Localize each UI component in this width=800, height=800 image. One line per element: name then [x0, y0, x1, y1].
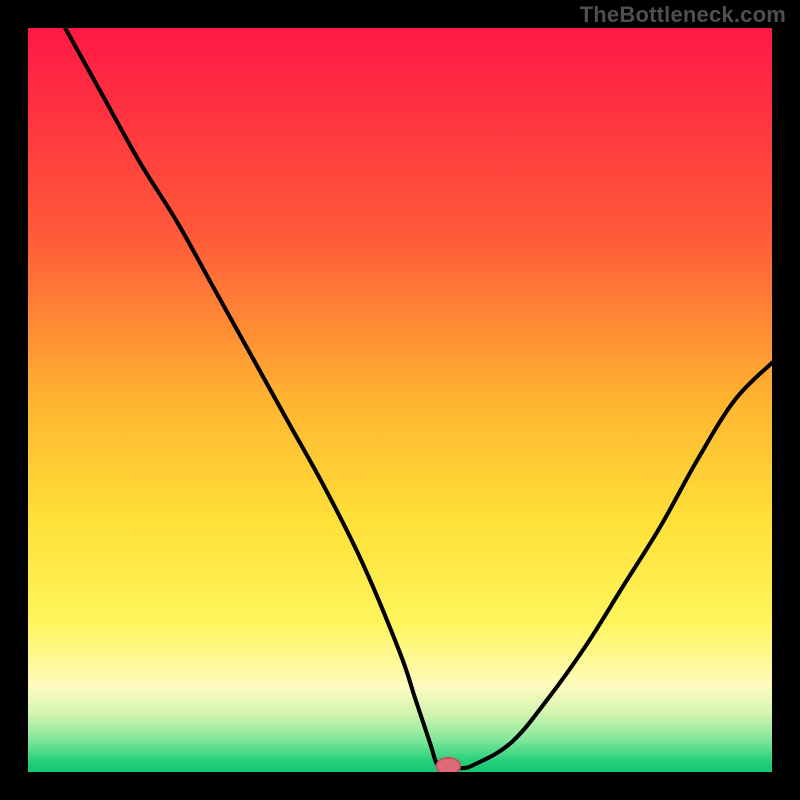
optimal-point-marker: [436, 758, 460, 772]
watermark-label: TheBottleneck.com: [580, 2, 786, 28]
chart-frame: TheBottleneck.com: [0, 0, 800, 800]
gradient-background: [28, 28, 772, 772]
bottleneck-plot: [28, 28, 772, 772]
